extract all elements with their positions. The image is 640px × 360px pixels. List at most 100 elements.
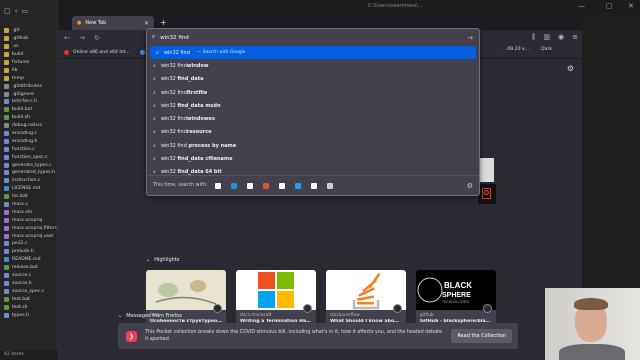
ebay-engine-icon[interactable]	[279, 182, 286, 189]
file-list-item[interactable]: loc.bat	[4, 193, 57, 201]
file-list-item[interactable]: debug.natvis	[4, 122, 57, 130]
file-list-label: encoding.h	[12, 138, 38, 144]
highlights-header[interactable]: ⌄ Highlights	[146, 257, 179, 263]
file-list-label: .github	[12, 36, 29, 42]
new-tab-button[interactable]: +	[160, 18, 167, 27]
suggestion-item[interactable]: ⌕ win32 find — Search with Google	[150, 46, 476, 60]
library-icon[interactable]: ⫼	[532, 33, 535, 42]
messages-header[interactable]: ⌄ Messages from Firefox	[118, 313, 528, 319]
file-list-item[interactable]: instruction.c	[4, 177, 57, 185]
forward-arrow-icon[interactable]: →	[77, 34, 87, 42]
suggestion-item[interactable]: ⌕ win32 findwindow	[147, 59, 479, 72]
file-list-item[interactable]: function.c	[4, 145, 57, 153]
wikipedia-engine-icon[interactable]	[311, 182, 318, 189]
file-list-item[interactable]: release.bat	[4, 264, 57, 272]
tab-new-tab[interactable]: ● New Tab ✕	[72, 16, 154, 30]
explorer-status: 42 items	[0, 350, 58, 360]
settings-gear-icon[interactable]: ⚙	[567, 64, 574, 73]
file-list-item[interactable]: .git	[4, 27, 57, 35]
file-list-item[interactable]: README.md	[4, 256, 57, 264]
suggestion-item[interactable]: ⌕ win32 findfirstfile	[147, 86, 479, 99]
sidebar-icon[interactable]: ▥	[543, 33, 550, 42]
suggestion-item[interactable]: ⌕ win32 findresource	[147, 126, 479, 139]
suggestion-item[interactable]: ⌕ win32 findwindowex	[147, 112, 479, 125]
go-arrow-icon[interactable]: →	[467, 34, 473, 42]
minimize-icon[interactable]: —	[578, 2, 585, 10]
file-icon	[4, 186, 9, 192]
suggestion-item[interactable]: ⌕ win32 find_data cfilename	[147, 152, 479, 165]
file-list-label: temp	[12, 75, 25, 81]
file-list-label: loc.bat	[12, 194, 28, 200]
history-engine-icon[interactable]	[327, 182, 334, 189]
suggestion-prefix: win32 find	[160, 142, 189, 149]
file-list-item[interactable]: prelude.h	[4, 248, 57, 256]
back-icon[interactable]: ‹	[15, 7, 18, 15]
file-list-item[interactable]: .vs	[4, 43, 57, 51]
file-list-item[interactable]: function_spec.c	[4, 153, 57, 161]
file-list-item[interactable]: source_spec.c	[4, 287, 57, 295]
read-collection-button[interactable]: Read the Collection	[451, 329, 512, 343]
file-list-item[interactable]: temp	[4, 74, 57, 82]
file-list-item[interactable]: LICENSE.md	[4, 185, 57, 193]
file-list-item[interactable]: mass.vcxproj.user	[4, 232, 57, 240]
file-list-item[interactable]: bdd-for-c.h	[4, 98, 57, 106]
file-list-item[interactable]: mass.vcxproj	[4, 216, 57, 224]
file-list-label: bdd-for-c.h	[12, 99, 37, 105]
file-list-item[interactable]: build	[4, 51, 57, 59]
amazon-engine-icon[interactable]	[247, 182, 254, 189]
file-list-item[interactable]: .github	[4, 35, 57, 43]
file-list-label: mass.sln	[12, 209, 33, 215]
file-list-item[interactable]: types.h	[4, 311, 57, 319]
file-list-item[interactable]: test.bat	[4, 295, 57, 303]
account-icon[interactable]: ◉	[558, 33, 564, 42]
suggestion-prefix: win32 find	[160, 62, 187, 69]
suggestion-item[interactable]: ⌕ win32 find_data	[147, 73, 479, 86]
file-icon	[4, 115, 9, 121]
google-engine-icon[interactable]	[215, 182, 222, 189]
url-input[interactable]: ⌕ win32 find →	[147, 29, 479, 46]
bookmark-item[interactable]: Online x86 and x64 Int...	[73, 50, 130, 55]
pin-icon[interactable]: ▢	[4, 7, 11, 15]
suggestion-list: ⌕ win32 find — Search with Google ⌕ win32 fi…	[147, 46, 479, 179]
file-list-item[interactable]: encoding.c	[4, 130, 57, 138]
twitter-engine-icon[interactable]	[295, 182, 302, 189]
search-settings-gear-icon[interactable]: ⚙	[467, 182, 473, 190]
file-icon	[4, 123, 9, 129]
file-list-item[interactable]: .gitattributes	[4, 82, 57, 90]
file-list-item[interactable]: build.bat	[4, 106, 57, 114]
file-list-item[interactable]: encoding.h	[4, 137, 57, 145]
file-list-item[interactable]: source.c	[4, 272, 57, 280]
file-list-item[interactable]: mass.c	[4, 201, 57, 209]
file-list-item[interactable]: mass.vcxproj.filters	[4, 224, 57, 232]
file-list-item[interactable]: generated_types.h	[4, 169, 57, 177]
tab-close-icon[interactable]: ✕	[144, 20, 149, 27]
file-list-item[interactable]: fixtures	[4, 59, 57, 67]
duckduckgo-engine-icon[interactable]	[263, 182, 270, 189]
suggestion-item[interactable]: ⌕ win32 find_data msdn	[147, 99, 479, 112]
bookmark-item[interactable]: Dark	[541, 47, 552, 52]
reload-icon[interactable]: ↻	[92, 34, 102, 42]
maximize-icon[interactable]: ▢	[606, 2, 613, 10]
file-list-label: mass.c	[12, 202, 29, 208]
file-list-item[interactable]: mass.sln	[4, 208, 57, 216]
close-icon[interactable]: ✕	[628, 2, 634, 10]
file-list-item[interactable]: lib	[4, 66, 57, 74]
suggestion-item[interactable]: ⌕ win32 find process by name	[147, 139, 479, 152]
bing-engine-icon[interactable]	[231, 182, 238, 189]
back-arrow-icon[interactable]: ←	[62, 34, 72, 42]
file-icon	[4, 273, 9, 279]
file-list-item[interactable]: .gitignore	[4, 90, 57, 98]
menu-icon[interactable]: ≡	[572, 33, 578, 42]
file-list-label: source.c	[12, 273, 32, 279]
file-list-item[interactable]: build.sh	[4, 114, 57, 122]
folder-icon[interactable]: ▭	[21, 7, 28, 15]
search-with-label: This time, search with:	[153, 183, 208, 188]
file-list-item[interactable]: generate_types.c	[4, 161, 57, 169]
file-list-item[interactable]: pe32.c	[4, 240, 57, 248]
svg-text:TECHNOLOGIES: TECHNOLOGIES	[442, 300, 470, 304]
bookmark-item[interactable]: ...09.20 x...	[503, 47, 529, 52]
file-list: .git .github .vs build fixtures lib temp .gitat…	[4, 27, 57, 319]
file-list-item[interactable]: source.h	[4, 280, 57, 288]
file-list-label: release.bat	[12, 265, 38, 271]
file-list-item[interactable]: test.sh	[4, 303, 57, 311]
